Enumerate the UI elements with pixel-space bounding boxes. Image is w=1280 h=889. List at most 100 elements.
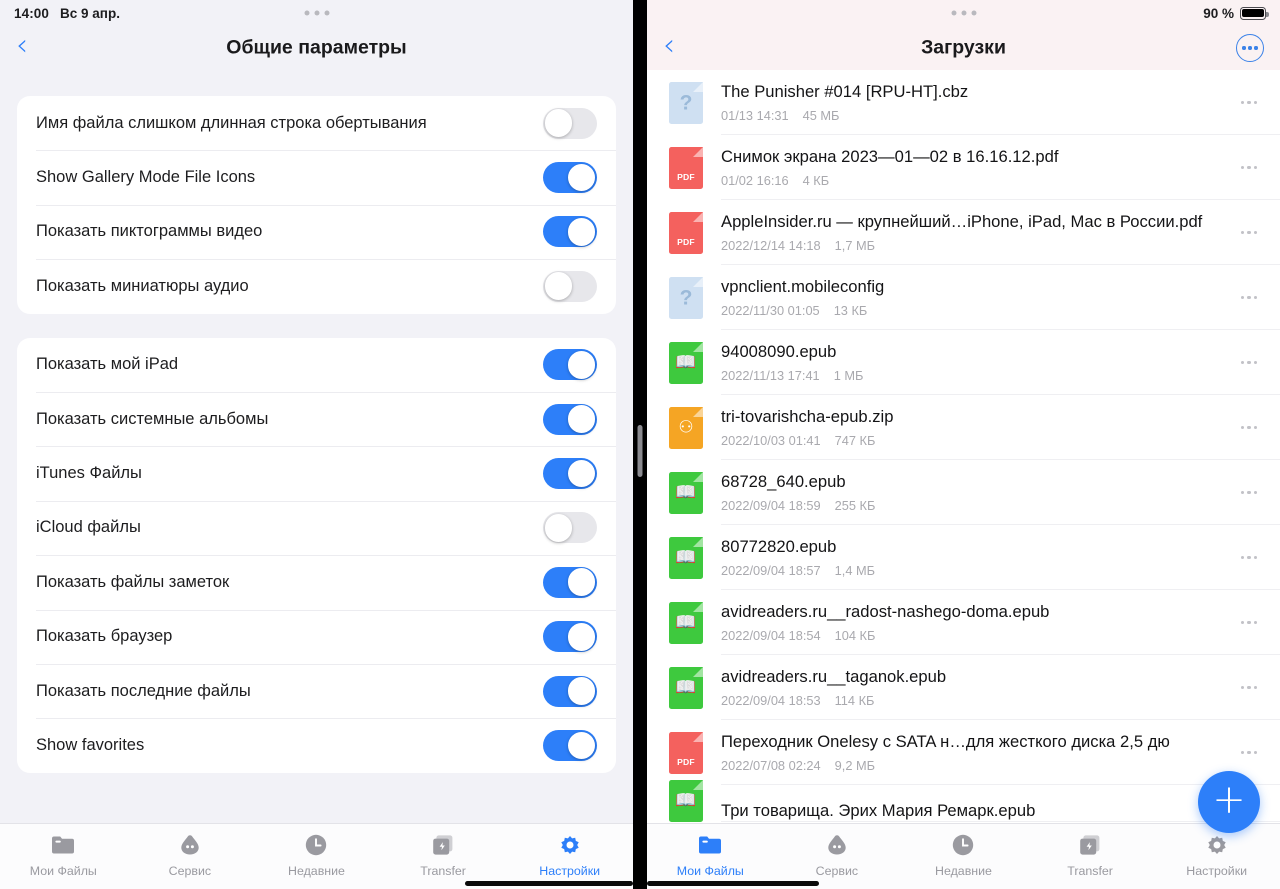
settings-panel: 14:00 Вс 9 апр. ‹ Общие параметры Имя фа… bbox=[0, 0, 633, 889]
tab-сервис[interactable]: Сервис bbox=[774, 832, 901, 878]
settings-toggle[interactable] bbox=[543, 349, 597, 381]
file-row[interactable]: 📖 avidreaders.ru__taganok.epub 2022/09/04 … bbox=[647, 655, 1280, 720]
toggle-knob bbox=[544, 514, 573, 542]
file-more-button[interactable] bbox=[1234, 555, 1264, 560]
file-row[interactable]: 📖 94008090.epub 2022/11/13 17:41 1 МБ bbox=[647, 330, 1280, 395]
file-row[interactable]: PDF Снимок экрана 2023—01—02 в 16.16.12.p… bbox=[647, 135, 1280, 200]
settings-row[interactable]: Показать пиктограммы видео bbox=[17, 204, 616, 259]
tab-сервис[interactable]: Сервис bbox=[127, 832, 254, 878]
chevron-left-icon[interactable]: ‹ bbox=[663, 31, 693, 65]
settings-row[interactable]: Show Gallery Mode File Icons bbox=[17, 150, 616, 204]
file-name: AppleInsider.ru — крупнейший…iPhone, iPa… bbox=[721, 212, 1203, 232]
file-more-button[interactable] bbox=[1234, 360, 1264, 365]
gear-icon bbox=[1204, 832, 1230, 858]
file-list[interactable]: ? The Punisher #014 [RPU-HT].cbz 01/13 14:… bbox=[647, 70, 1280, 823]
file-size: 9,2 МБ bbox=[834, 757, 876, 773]
right-tab-bar: Мои Файлы Сервис Недавние Transfer Настройки bbox=[647, 823, 1280, 889]
add-file-button[interactable]: + bbox=[1198, 771, 1260, 833]
settings-row[interactable]: Показать мой iPad bbox=[17, 338, 616, 392]
settings-toggle[interactable] bbox=[543, 621, 597, 653]
chevron-left-icon[interactable]: ‹ bbox=[16, 31, 46, 65]
file-more-button[interactable] bbox=[1234, 620, 1264, 625]
file-row[interactable]: ⚇ tri-tovarishcha-epub.zip 2022/10/03 01:4… bbox=[647, 395, 1280, 460]
settings-toggle[interactable] bbox=[543, 270, 597, 302]
settings-toggle[interactable] bbox=[543, 458, 597, 490]
settings-toggle[interactable] bbox=[543, 675, 597, 707]
file-name: vpnclient.mobileconfig bbox=[721, 277, 885, 297]
unknown-glyph: ? bbox=[679, 286, 693, 309]
settings-row[interactable]: Показать системные альбомы bbox=[17, 391, 616, 446]
tab-мои-файлы[interactable]: Мои Файлы bbox=[0, 832, 127, 878]
file-more-button[interactable] bbox=[1234, 230, 1264, 235]
tab-мои-файлы[interactable]: Мои Файлы bbox=[647, 832, 774, 878]
clock-icon bbox=[303, 832, 329, 858]
book-glyph: 📖 bbox=[675, 677, 697, 697]
file-more-button[interactable] bbox=[1234, 685, 1264, 690]
file-row[interactable]: 📖 avidreaders.ru__radost-nashego-doma.epu… bbox=[647, 590, 1280, 655]
settings-row[interactable]: iTunes Файлы bbox=[17, 446, 616, 500]
file-meta: Переходник Onelesy с SATA н…для жесткого… bbox=[721, 732, 1234, 773]
settings-toggle[interactable] bbox=[543, 729, 597, 761]
file-row[interactable]: 📖 80772820.epub 2022/09/04 18:57 1,4 МБ bbox=[647, 525, 1280, 590]
tab-настройки[interactable]: Настройки bbox=[1153, 832, 1280, 878]
settings-row[interactable]: Имя файла слишком длинная строка обертыв… bbox=[17, 96, 616, 150]
toggle-knob bbox=[567, 568, 596, 597]
file-meta: vpnclient.mobileconfig 2022/11/30 01:05 13… bbox=[721, 277, 1234, 318]
file-subtitle: 2022/12/14 14:18 1,7 МБ bbox=[721, 238, 1234, 253]
settings-group-display: Имя файла слишком длинная строка обертыв… bbox=[17, 96, 616, 314]
multitask-dots-icon[interactable] bbox=[304, 10, 329, 16]
tab-недавние[interactable]: Недавние bbox=[900, 832, 1027, 878]
settings-toggle[interactable] bbox=[543, 403, 597, 435]
file-type-icon: 📖 bbox=[669, 666, 703, 709]
settings-row[interactable]: Показать браузер bbox=[17, 609, 616, 664]
settings-toggle[interactable] bbox=[543, 107, 597, 139]
settings-row[interactable]: Показать файлы заметок bbox=[17, 555, 616, 609]
settings-row-label: Показать браузер bbox=[36, 627, 173, 646]
tab-transfer[interactable]: Transfer bbox=[1027, 832, 1154, 878]
file-more-button[interactable] bbox=[1234, 100, 1264, 105]
settings-row[interactable]: iCloud файлы bbox=[17, 500, 616, 555]
settings-row-label: Show Gallery Mode File Icons bbox=[36, 168, 256, 187]
file-row[interactable]: 📖 68728_640.epub 2022/09/04 18:59 255 КБ bbox=[647, 460, 1280, 525]
file-row[interactable]: 📖 Три товарища. Эрих Мария Ремарк.epub bbox=[647, 780, 1280, 822]
transfer-icon bbox=[1077, 832, 1103, 858]
file-more-button[interactable] bbox=[1234, 750, 1264, 755]
settings-toggle[interactable] bbox=[543, 566, 597, 598]
settings-toggle[interactable] bbox=[543, 162, 597, 194]
cloud-icon bbox=[177, 832, 203, 858]
settings-row-label: iTunes Файлы bbox=[36, 464, 142, 483]
file-meta: AppleInsider.ru — крупнейший…iPhone, iPa… bbox=[721, 212, 1234, 253]
split-view-grab-handle[interactable] bbox=[637, 425, 643, 477]
settings-row[interactable]: Show favorites bbox=[17, 718, 616, 772]
tab-label: Transfer bbox=[1067, 864, 1113, 878]
file-more-button[interactable] bbox=[1234, 490, 1264, 495]
settings-row[interactable]: Показать миниатюры аудио bbox=[17, 259, 616, 313]
file-name: The Punisher #014 [RPU-HT].cbz bbox=[721, 82, 969, 102]
settings-toggle[interactable] bbox=[543, 512, 597, 544]
settings-scroll-area[interactable]: Имя файла слишком длинная строка обертыв… bbox=[0, 70, 633, 823]
file-date: 2022/09/04 18:59 bbox=[721, 497, 821, 513]
file-row[interactable]: ? The Punisher #014 [RPU-HT].cbz 01/13 14:… bbox=[647, 70, 1280, 135]
file-subtitle: 2022/09/04 18:57 1,4 МБ bbox=[721, 563, 1234, 578]
transfer-icon bbox=[430, 832, 456, 858]
settings-row-label: Показать системные альбомы bbox=[36, 409, 269, 428]
tab-настройки[interactable]: Настройки bbox=[506, 832, 633, 878]
settings-row[interactable]: Показать последние файлы bbox=[17, 663, 616, 718]
book-glyph: 📖 bbox=[675, 482, 697, 502]
multitask-dots-icon[interactable] bbox=[951, 10, 976, 16]
file-more-button[interactable] bbox=[1234, 295, 1264, 300]
settings-toggle[interactable] bbox=[543, 216, 597, 248]
folder-icon bbox=[50, 832, 76, 858]
split-view-divider[interactable] bbox=[633, 0, 647, 889]
file-row[interactable]: PDF AppleInsider.ru — крупнейший…iPhone, … bbox=[647, 200, 1280, 265]
file-more-button[interactable] bbox=[1234, 165, 1264, 170]
file-more-button[interactable] bbox=[1234, 425, 1264, 430]
more-circle-icon[interactable] bbox=[1236, 34, 1264, 62]
file-name: 80772820.epub bbox=[721, 537, 837, 557]
file-row[interactable]: ? vpnclient.mobileconfig 2022/11/30 01:05 1… bbox=[647, 265, 1280, 330]
folder-icon bbox=[697, 832, 723, 858]
file-row[interactable]: PDF Переходник Onelesy с SATA н…для жестк… bbox=[647, 720, 1280, 785]
tab-недавние[interactable]: Недавние bbox=[253, 832, 380, 878]
book-glyph: 📖 bbox=[675, 612, 697, 632]
tab-transfer[interactable]: Transfer bbox=[380, 832, 507, 878]
